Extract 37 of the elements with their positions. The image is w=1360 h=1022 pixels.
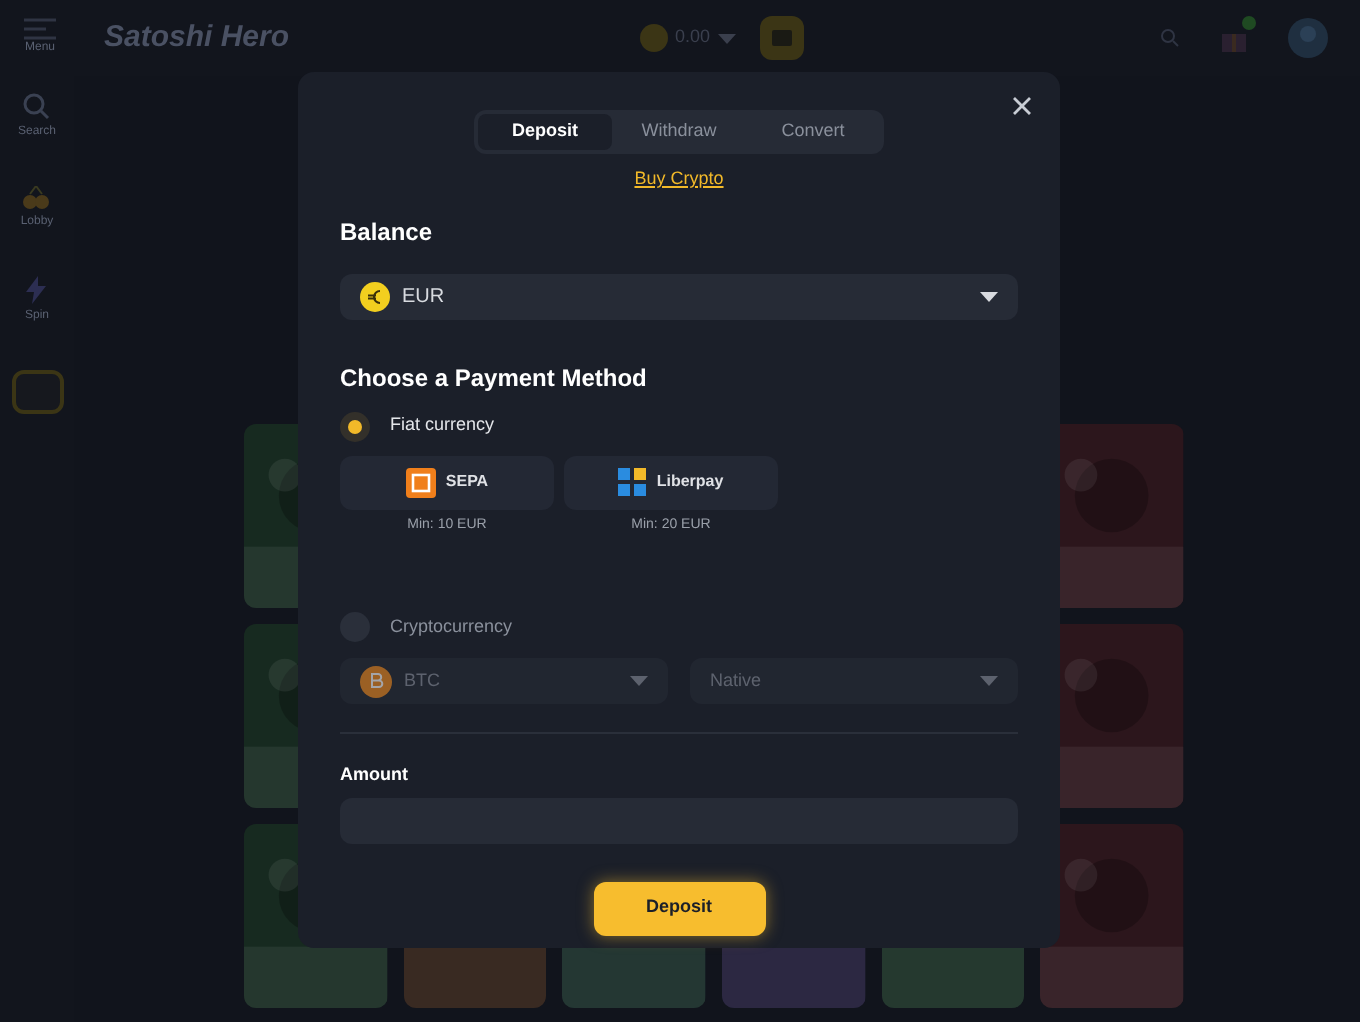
section-heading: Choose a Payment Method bbox=[340, 361, 649, 395]
radio-label: Fiat currency bbox=[390, 412, 495, 439]
caret-icon bbox=[980, 291, 998, 301]
euro-coin-icon bbox=[360, 281, 390, 311]
lightning-icon bbox=[24, 276, 49, 304]
close-icon bbox=[1012, 96, 1032, 116]
liberpay-logo-icon bbox=[618, 468, 647, 496]
fruit-icon bbox=[22, 186, 51, 210]
caret-icon bbox=[630, 676, 648, 686]
close-button[interactable] bbox=[1012, 96, 1032, 116]
menu-icon[interactable] bbox=[24, 18, 56, 40]
radio-button[interactable] bbox=[340, 411, 370, 441]
payment-option[interactable]: Liberpay bbox=[564, 455, 778, 509]
tab[interactable]: Convert bbox=[746, 114, 880, 150]
payment-option[interactable]: SEPA bbox=[340, 455, 554, 509]
tab[interactable]: Withdraw bbox=[612, 114, 746, 150]
amount-label: Amount bbox=[340, 762, 410, 788]
section-heading: Balance bbox=[340, 215, 435, 249]
sepa-logo-icon bbox=[405, 467, 436, 497]
buy-crypto-link[interactable]: Buy Crypto bbox=[634, 166, 724, 193]
deposit-button[interactable]: Deposit bbox=[593, 881, 765, 935]
tab[interactable]: Deposit bbox=[478, 114, 612, 150]
search-icon[interactable] bbox=[1160, 28, 1180, 48]
currency-select[interactable]: EUR bbox=[340, 273, 1018, 319]
euro-coin-icon bbox=[639, 24, 668, 52]
network-select[interactable]: Native bbox=[690, 658, 1018, 704]
logo: Satoshi Hero bbox=[104, 17, 290, 58]
radio-label: Cryptocurrency bbox=[390, 613, 513, 640]
wallet-button[interactable] bbox=[760, 16, 805, 60]
avatar-icon[interactable] bbox=[1288, 18, 1328, 58]
bitcoin-icon bbox=[360, 665, 392, 697]
caret-icon bbox=[980, 676, 998, 686]
coin-select[interactable]: BTC bbox=[340, 658, 668, 704]
search-icon bbox=[22, 92, 51, 120]
wallet-button[interactable] bbox=[11, 370, 63, 414]
wallet-icon bbox=[772, 30, 793, 46]
caret-icon bbox=[718, 33, 737, 43]
